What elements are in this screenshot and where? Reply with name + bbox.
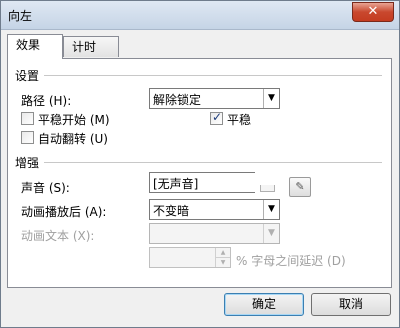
settings-divider — [44, 75, 382, 77]
chevron-down-icon[interactable]: ▼ — [263, 89, 279, 108]
sound-dropdown-arrow[interactable] — [260, 185, 275, 192]
checkmark-icon — [210, 110, 223, 125]
tab-timing[interactable]: 计时 — [63, 36, 119, 57]
after-animation-value: 不变暗 — [153, 204, 190, 218]
auto-reverse-checkbox[interactable]: 自动翻转 (U) — [21, 131, 141, 146]
close-icon: ✕ — [367, 4, 379, 19]
enhancements-divider — [44, 162, 382, 164]
path-label: 路径 (H): — [21, 94, 72, 108]
checkbox-box — [21, 131, 34, 144]
tab-panel: 设置 路径 (H): 解除锁定 ▼ 平稳开始 (M) 平稳 自动翻转 (U) 增… — [7, 58, 392, 288]
window-title: 向左 — [8, 9, 33, 23]
animate-text-dropdown[interactable]: ▼ — [149, 223, 280, 244]
path-dropdown[interactable]: 解除锁定 ▼ — [149, 88, 280, 109]
sound-value: [无声音] — [153, 177, 199, 191]
auto-reverse-label: 自动翻转 (U) — [38, 132, 108, 146]
enhancements-heading: 增强 — [15, 156, 40, 170]
close-button[interactable]: ✕ — [352, 2, 394, 22]
sound-settings-button[interactable]: ✎ — [289, 177, 311, 197]
checkbox-box — [21, 112, 34, 125]
sound-label: 声音 (S): — [21, 181, 70, 195]
chevron-down-icon[interactable]: ▼ — [263, 224, 279, 243]
speaker-icon: ✎ — [295, 180, 305, 193]
ok-button[interactable]: 确定 — [224, 293, 304, 316]
sound-dropdown[interactable]: [无声音] — [149, 172, 255, 193]
tab-effect[interactable]: 效果 — [7, 34, 63, 59]
smooth-label: 平稳 — [227, 113, 252, 127]
spin-up-icon[interactable]: ▲ — [215, 248, 230, 258]
chevron-down-icon[interactable]: ▼ — [263, 200, 279, 219]
letter-delay-label: % 字母之间延迟 (D) — [236, 254, 346, 268]
letter-delay-spinner[interactable]: ▲ ▼ — [149, 247, 231, 268]
after-animation-label: 动画播放后 (A): — [21, 205, 107, 219]
settings-heading: 设置 — [15, 69, 40, 83]
smooth-start-label: 平稳开始 (M) — [38, 113, 110, 127]
path-value: 解除锁定 — [153, 93, 202, 107]
spin-down-icon[interactable]: ▼ — [215, 258, 230, 267]
animate-text-label: 动画文本 (X): — [21, 229, 95, 243]
dialog-window: 向左 ✕ 效果 计时 设置 路径 (H): 解除锁定 ▼ 平稳开始 (M) 平稳… — [0, 0, 400, 328]
smooth-start-checkbox[interactable]: 平稳开始 (M) — [21, 112, 141, 127]
after-animation-dropdown[interactable]: 不变暗 ▼ — [149, 199, 280, 220]
cancel-button[interactable]: 取消 — [311, 293, 391, 316]
smooth-checkbox[interactable]: 平稳 — [210, 110, 270, 127]
title-bar[interactable]: 向左 ✕ — [1, 1, 399, 30]
